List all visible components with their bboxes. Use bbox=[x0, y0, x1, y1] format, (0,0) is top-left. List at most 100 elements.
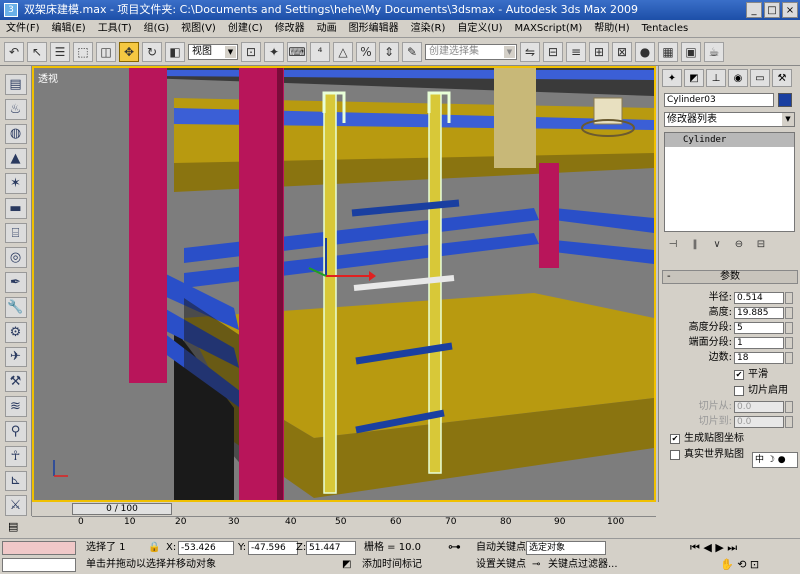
maximize-button[interactable]: □ bbox=[764, 2, 780, 18]
named-selection-set[interactable]: 创建选择集 ▼ bbox=[425, 43, 517, 60]
menu-help[interactable]: 帮助(H) bbox=[588, 20, 635, 37]
teapot-icon[interactable]: ♨ bbox=[4, 98, 27, 120]
menu-tentacles[interactable]: Tentacles bbox=[636, 20, 695, 37]
mirror-icon[interactable]: ⇋ bbox=[520, 41, 540, 62]
playback-controls[interactable]: ⏮ ◀ ▶ ⏭ bbox=[690, 541, 737, 555]
auto-key-button[interactable]: 自动关键点 bbox=[476, 541, 526, 555]
torus-icon[interactable]: ◎ bbox=[4, 247, 27, 269]
select-by-name-icon[interactable]: ☰ bbox=[50, 41, 70, 62]
remove-modifier-icon[interactable]: ⊖ bbox=[730, 237, 748, 253]
select-move-icon[interactable]: ✥ bbox=[119, 41, 139, 62]
perspective-viewport[interactable]: 透视 bbox=[32, 66, 656, 502]
manipulate-icon[interactable]: ✦ bbox=[264, 41, 284, 62]
create-tab-icon[interactable]: ✦ bbox=[662, 69, 682, 87]
track-bar[interactable]: 0 10 20 30 40 50 60 70 80 90 100 bbox=[32, 516, 656, 538]
slice-to-input[interactable]: 0.0 bbox=[734, 416, 784, 428]
wave-icon[interactable]: ≋ bbox=[4, 396, 27, 417]
configure-sets-icon[interactable]: ⊟ bbox=[752, 237, 770, 253]
pivot-center-icon[interactable]: ⊡ bbox=[241, 41, 261, 62]
rendered-frame-icon[interactable]: ▣ bbox=[681, 41, 701, 62]
menu-customize[interactable]: 自定义(U) bbox=[451, 20, 508, 37]
pin-stack-icon[interactable]: ⊣ bbox=[664, 237, 682, 253]
spinner[interactable] bbox=[785, 337, 793, 349]
make-unique-icon[interactable]: ∨ bbox=[708, 237, 726, 253]
create-box-icon[interactable]: ▤ bbox=[4, 74, 27, 95]
show-end-result-icon[interactable]: ‖ bbox=[686, 237, 704, 253]
biped-icon[interactable]: ☥ bbox=[4, 445, 27, 467]
menu-graph-editors[interactable]: 图形编辑器 bbox=[343, 20, 405, 37]
viewport-nav-icons[interactable]: ✋ ⟲ ⊡ bbox=[720, 558, 759, 571]
height-input[interactable]: 19.885 bbox=[734, 307, 784, 319]
y-coord-field[interactable]: -47.596 bbox=[248, 541, 298, 555]
axis-icon[interactable]: ⊾ bbox=[4, 470, 27, 492]
time-tag-icon[interactable]: ◩ bbox=[342, 558, 351, 572]
rollout-header[interactable]: - 参数 bbox=[662, 270, 798, 284]
gear-icon[interactable]: ⚙ bbox=[4, 321, 27, 343]
tool-icon[interactable]: ⚔ bbox=[4, 495, 27, 517]
add-time-tag[interactable]: 添加时间标记 bbox=[362, 558, 422, 572]
sides-input[interactable]: 18 bbox=[734, 352, 784, 364]
close-button[interactable]: × bbox=[782, 2, 798, 18]
render-setup-icon[interactable]: ▦ bbox=[658, 41, 678, 62]
align-icon[interactable]: ⊟ bbox=[543, 41, 563, 62]
render-production-icon[interactable]: ☕ bbox=[704, 41, 724, 62]
edit-named-sets-icon[interactable]: ✎ bbox=[402, 41, 422, 62]
maxscript-output[interactable] bbox=[2, 558, 76, 572]
modify-tab-icon[interactable]: ◩ bbox=[684, 69, 704, 87]
schematic-view-icon[interactable]: ⊠ bbox=[612, 41, 632, 62]
cylinder-icon[interactable]: ⌸ bbox=[4, 222, 27, 244]
minimize-button[interactable]: _ bbox=[746, 2, 762, 18]
menu-edit[interactable]: 编辑(E) bbox=[46, 20, 92, 37]
cone-icon[interactable]: ▲ bbox=[4, 148, 27, 170]
menu-tools[interactable]: 工具(T) bbox=[92, 20, 138, 37]
plane-icon[interactable]: ▬ bbox=[4, 197, 27, 219]
set-key-button[interactable]: 设置关键点 bbox=[476, 558, 526, 572]
curve-editor-icon[interactable]: ⊞ bbox=[589, 41, 609, 62]
time-slider[interactable]: 0 / 100 bbox=[72, 503, 172, 515]
window-crossing-icon[interactable]: ◫ bbox=[96, 41, 116, 62]
menu-maxscript[interactable]: MAXScript(M) bbox=[509, 20, 589, 37]
link-icon[interactable]: ⚲ bbox=[4, 420, 27, 442]
modifier-list-dropdown[interactable]: 修改器列表 ▼ bbox=[664, 112, 795, 127]
height-segments-input[interactable]: 5 bbox=[734, 322, 784, 334]
layer-manager-icon[interactable]: ≡ bbox=[566, 41, 586, 62]
spinner[interactable] bbox=[785, 292, 793, 304]
motion-tab-icon[interactable]: ◉ bbox=[728, 69, 748, 87]
menu-modifiers[interactable]: 修改器 bbox=[269, 20, 311, 37]
spinner[interactable] bbox=[785, 307, 793, 319]
percent-snap-icon[interactable]: % bbox=[356, 41, 376, 62]
reference-coord-select[interactable]: 视图 ▼ bbox=[188, 43, 238, 60]
menu-views[interactable]: 视图(V) bbox=[175, 20, 222, 37]
material-editor-icon[interactable]: ● bbox=[635, 41, 655, 62]
mini-curve-icon[interactable]: ▤ bbox=[8, 520, 18, 533]
smooth-checkbox[interactable]: ✔ bbox=[734, 370, 744, 380]
real-world-checkbox[interactable] bbox=[670, 450, 680, 460]
key-icon[interactable]: ⊶ bbox=[448, 541, 461, 555]
wrench-icon[interactable]: 🔧 bbox=[4, 297, 27, 318]
select-rotate-icon[interactable]: ↻ bbox=[142, 41, 162, 62]
ime-indicator[interactable]: 中 ☽ ● bbox=[752, 452, 798, 468]
select-scale-icon[interactable]: ◧ bbox=[165, 41, 185, 62]
key-mode-select[interactable]: 选定对象 bbox=[526, 541, 606, 555]
cap-segments-input[interactable]: 1 bbox=[734, 337, 784, 349]
rect-region-icon[interactable]: ⬚ bbox=[73, 41, 93, 62]
sphere-icon[interactable]: ◍ bbox=[4, 123, 27, 145]
utilities-tab-icon[interactable]: ⚒ bbox=[772, 69, 792, 87]
menu-group[interactable]: 组(G) bbox=[138, 20, 176, 37]
maxscript-listener[interactable] bbox=[2, 541, 76, 555]
z-coord-field[interactable]: 51.447 bbox=[306, 541, 356, 555]
menu-rendering[interactable]: 渲染(R) bbox=[405, 20, 452, 37]
pen-icon[interactable]: ✒ bbox=[4, 272, 27, 294]
stack-item-cylinder[interactable]: Cylinder bbox=[665, 133, 794, 147]
spinner[interactable] bbox=[785, 401, 793, 413]
menu-animation[interactable]: 动画 bbox=[311, 20, 343, 37]
spinner-snap-icon[interactable]: ⇕ bbox=[379, 41, 399, 62]
slice-from-input[interactable]: 0.0 bbox=[734, 401, 784, 413]
app-icon[interactable]: 3 bbox=[4, 3, 18, 17]
x-coord-field[interactable]: -53.426 bbox=[178, 541, 234, 555]
star-icon[interactable]: ✶ bbox=[4, 173, 27, 194]
object-name-field[interactable]: Cylinder03 bbox=[664, 93, 774, 107]
bone-icon[interactable]: ⚒ bbox=[4, 371, 27, 393]
display-tab-icon[interactable]: ▭ bbox=[750, 69, 770, 87]
gen-map-checkbox[interactable]: ✔ bbox=[670, 434, 680, 444]
